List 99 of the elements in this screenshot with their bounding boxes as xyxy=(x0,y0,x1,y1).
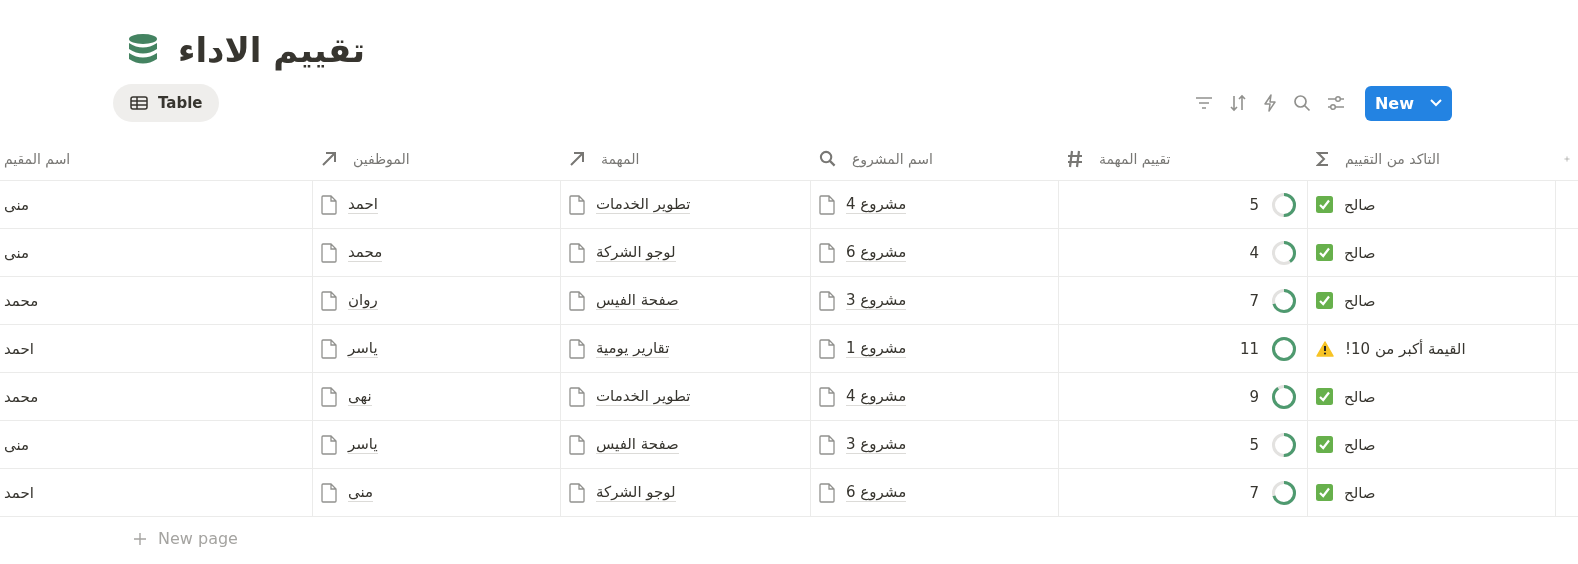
sort-icon[interactable] xyxy=(1228,94,1247,112)
page-icon xyxy=(569,194,585,215)
search-icon[interactable] xyxy=(1292,94,1311,112)
column-header[interactable]: اسم المقيم xyxy=(4,150,71,167)
page-icon xyxy=(321,338,337,359)
progress-ring xyxy=(1271,431,1297,458)
table-cell: محمد xyxy=(4,291,39,310)
page-icon xyxy=(819,434,835,455)
table-cell: منى xyxy=(4,243,30,262)
page-icon xyxy=(569,290,585,311)
page-icon xyxy=(819,386,835,407)
page-icon xyxy=(321,290,337,311)
checkbox-icon xyxy=(1316,196,1333,213)
column-header[interactable]: الموظفين xyxy=(353,150,410,167)
page-link[interactable]: مشروع 6 xyxy=(846,243,907,262)
checkbox-icon xyxy=(1316,484,1333,501)
column-header[interactable]: اسم المشروع xyxy=(852,150,933,167)
page-link[interactable]: ياسر xyxy=(348,435,378,454)
rating-value: 4 xyxy=(1249,243,1259,262)
view-tab[interactable]: Table xyxy=(113,84,220,122)
page-link[interactable]: مشروع 6 xyxy=(846,483,907,502)
page-link[interactable]: تقارير يومية xyxy=(596,339,670,358)
page-icon xyxy=(321,242,337,263)
formula-result: صالح xyxy=(1344,195,1376,214)
progress-ring xyxy=(1271,191,1297,218)
page-icon xyxy=(569,242,585,263)
page-icon xyxy=(321,194,337,215)
formula-result: صالح xyxy=(1344,291,1376,310)
arrow-icon xyxy=(569,150,585,167)
warning-icon xyxy=(1316,340,1334,357)
page-link[interactable]: ياسر xyxy=(348,339,378,358)
page-link[interactable]: روان xyxy=(348,291,378,310)
page-link[interactable]: صفحة الفيس xyxy=(596,291,679,310)
formula-result: القيمة أكبر من 10! xyxy=(1345,339,1466,358)
page-icon xyxy=(321,386,337,407)
page-link[interactable]: مشروع 4 xyxy=(846,387,907,406)
rating-value: 7 xyxy=(1249,291,1259,310)
page-link[interactable]: منى xyxy=(348,483,374,502)
progress-ring xyxy=(1271,335,1297,362)
rating-value: 11 xyxy=(1239,339,1259,358)
page-link[interactable]: لوجو الشركة xyxy=(596,243,676,262)
sigma-icon xyxy=(1316,150,1329,167)
table-cell: منى xyxy=(4,195,30,214)
page-icon xyxy=(819,290,835,311)
column-header[interactable]: التاكد من التقييم xyxy=(1345,150,1440,167)
progress-ring xyxy=(1271,383,1297,410)
page-icon xyxy=(569,386,585,407)
formula-result: صالح xyxy=(1344,483,1376,502)
formula-result: صالح xyxy=(1344,435,1376,454)
page-icon xyxy=(819,194,835,215)
page-icon xyxy=(819,482,835,503)
page-icon xyxy=(321,482,337,503)
page-icon xyxy=(569,482,585,503)
table-cell: احمد xyxy=(4,483,34,502)
table-cell: منى xyxy=(4,435,30,454)
page-link[interactable]: احمد xyxy=(348,195,378,214)
page-title: تقييم الاداء xyxy=(178,30,365,70)
page-link[interactable]: صفحة الفيس xyxy=(596,435,679,454)
table-cell: محمد xyxy=(4,387,39,406)
rating-value: 5 xyxy=(1249,435,1259,454)
page-link[interactable]: مشروع 1 xyxy=(846,339,907,358)
page-link[interactable]: مشروع 3 xyxy=(846,291,907,310)
formula-result: صالح xyxy=(1344,243,1376,262)
rating-value: 9 xyxy=(1249,387,1259,406)
rating-value: 5 xyxy=(1249,195,1259,214)
progress-ring xyxy=(1271,479,1297,506)
plus-icon xyxy=(133,531,147,546)
progress-ring xyxy=(1271,287,1297,314)
new-button[interactable]: New xyxy=(1364,85,1452,121)
column-header[interactable]: تقييم المهمة xyxy=(1099,150,1171,167)
table-icon xyxy=(130,96,148,110)
page-link[interactable]: محمد xyxy=(348,243,383,262)
page-icon xyxy=(569,434,585,455)
column-header[interactable]: المهمة xyxy=(601,150,640,167)
caret-icon[interactable] xyxy=(1430,99,1442,107)
hash-icon xyxy=(1067,149,1083,168)
page-link[interactable]: نهى xyxy=(348,387,372,406)
progress-ring xyxy=(1271,239,1297,266)
arrow-icon xyxy=(321,150,337,167)
page-link[interactable]: تطوير الخدمات xyxy=(596,387,691,406)
page-icon xyxy=(819,338,835,359)
checkbox-icon xyxy=(1316,388,1333,405)
page-icon xyxy=(321,434,337,455)
page-icon xyxy=(819,242,835,263)
settings-icon[interactable] xyxy=(1326,95,1345,111)
page-icon xyxy=(569,338,585,359)
page-link[interactable]: لوجو الشركة xyxy=(596,483,676,502)
checkbox-icon xyxy=(1316,436,1333,453)
page-link[interactable]: تطوير الخدمات xyxy=(596,195,691,214)
rating-value: 7 xyxy=(1249,483,1259,502)
search-icon xyxy=(819,150,836,167)
filter-icon[interactable] xyxy=(1194,96,1213,110)
checkbox-icon xyxy=(1316,292,1333,309)
page-link[interactable]: مشروع 3 xyxy=(846,435,907,454)
page-link[interactable]: مشروع 4 xyxy=(846,195,907,214)
formula-result: صالح xyxy=(1344,387,1376,406)
checkbox-icon xyxy=(1316,244,1333,261)
lightning-icon[interactable] xyxy=(1262,94,1277,112)
table-cell: احمد xyxy=(4,339,34,358)
